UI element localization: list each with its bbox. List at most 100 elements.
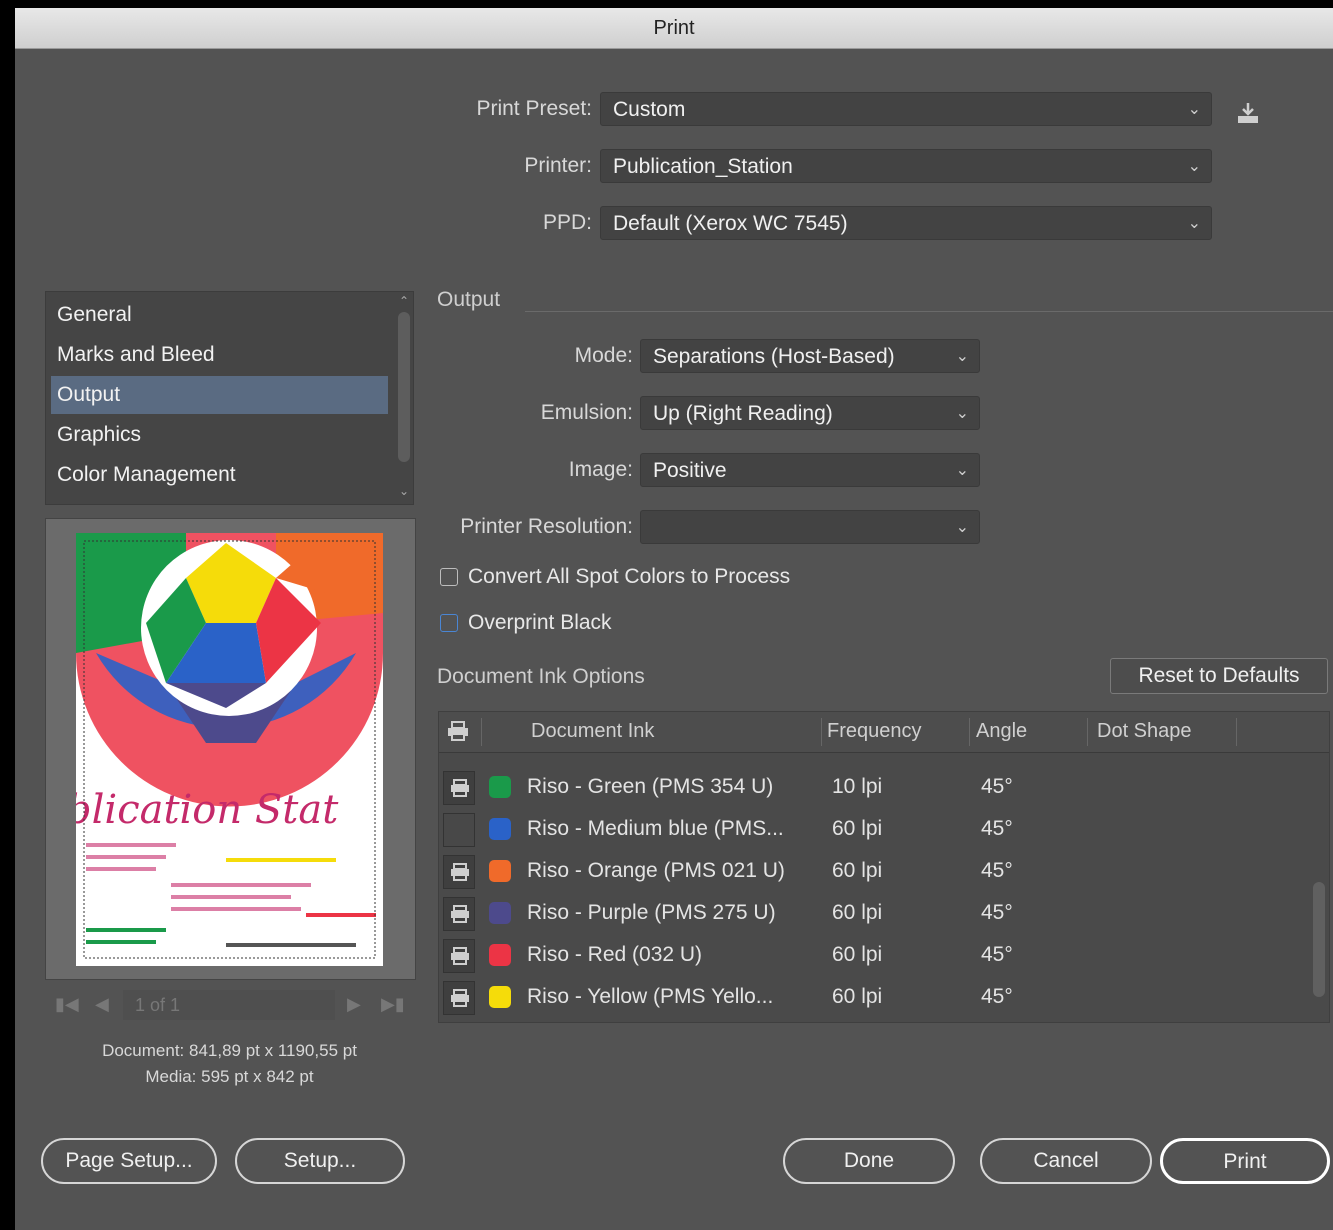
title-bar: Print — [15, 8, 1333, 49]
printer-icon — [448, 721, 468, 741]
overprint-black-checkbox[interactable] — [440, 614, 458, 632]
sidebar-item-marks-and-bleed[interactable]: Marks and Bleed — [51, 336, 388, 374]
col-header-frequency[interactable]: Frequency — [827, 720, 922, 743]
image-label: Image: — [568, 458, 633, 481]
image-select[interactable]: Positive ⌄ — [640, 453, 980, 487]
print-toggle[interactable] — [443, 855, 475, 889]
printer-icon — [451, 947, 469, 965]
document-size: Document: 841,89 pt x 1190,55 pt — [102, 1041, 357, 1060]
printer-select[interactable]: Publication_Station ⌄ — [600, 149, 1212, 183]
print-toggle[interactable] — [443, 981, 475, 1015]
done-button[interactable]: Done — [783, 1138, 955, 1184]
mode-label: Mode: — [574, 344, 633, 367]
poster-title-text: blication Stat — [76, 787, 339, 833]
column-separator — [1236, 718, 1237, 746]
print-button[interactable]: Print — [1160, 1138, 1330, 1184]
ink-row[interactable]: Riso - Medium blue (PMS... 60 lpi 45° — [439, 810, 1309, 852]
ink-row[interactable]: Riso - Orange (PMS 021 U) 60 lpi 45° — [439, 852, 1309, 894]
setup-button[interactable]: Setup... — [235, 1138, 405, 1184]
ink-row[interactable]: Riso - Yellow (PMS Yello... 60 lpi 45° — [439, 978, 1309, 1020]
printer-icon — [451, 905, 469, 923]
print-preset-select[interactable]: Custom ⌄ — [600, 92, 1212, 126]
printer-label: Printer: — [524, 154, 592, 177]
save-preset-icon[interactable] — [1235, 100, 1261, 126]
ink-swatch — [489, 986, 511, 1008]
ppd-label: PPD: — [542, 211, 592, 234]
ink-name: Riso - Medium blue (PMS... — [527, 817, 784, 840]
sidebar-item-graphics[interactable]: Graphics — [51, 416, 388, 454]
ink-angle[interactable]: 45° — [981, 985, 1013, 1009]
page-setup-button[interactable]: Page Setup... — [41, 1138, 217, 1184]
ink-name: Riso - Orange (PMS 021 U) — [527, 859, 785, 882]
ink-frequency[interactable]: 10 lpi — [832, 775, 882, 799]
col-header-angle[interactable]: Angle — [976, 720, 1027, 743]
print-toggle[interactable] — [443, 897, 475, 931]
preview-artwork: blication Stat — [76, 533, 383, 959]
ink-row[interactable]: Riso - Red (032 U) 60 lpi 45° — [439, 936, 1309, 978]
page-field[interactable]: 1 of 1 — [123, 990, 335, 1020]
category-scrollbar[interactable] — [398, 312, 410, 462]
scroll-down-icon[interactable]: ⌄ — [399, 484, 409, 498]
ink-frequency[interactable]: 60 lpi — [832, 901, 882, 925]
ink-angle[interactable]: 45° — [981, 817, 1013, 841]
last-page-icon[interactable]: ▶▮ — [381, 994, 405, 1015]
ppd-select[interactable]: Default (Xerox WC 7545) ⌄ — [600, 206, 1212, 240]
chevron-down-icon: ⌄ — [955, 462, 969, 479]
ink-angle[interactable]: 45° — [981, 901, 1013, 925]
ink-name: Riso - Red (032 U) — [527, 943, 703, 966]
print-toggle[interactable] — [443, 939, 475, 973]
ink-row[interactable]: Riso - Green (PMS 354 U) 10 lpi 45° — [439, 768, 1309, 810]
convert-spot-label[interactable]: Convert All Spot Colors to Process — [468, 565, 790, 589]
scroll-up-icon[interactable]: ⌃ — [399, 294, 409, 308]
ink-swatch — [489, 776, 511, 798]
ink-frequency[interactable]: 60 lpi — [832, 943, 882, 967]
chevron-down-icon: ⌄ — [1187, 215, 1201, 232]
ink-name: Riso - Green (PMS 354 U) — [527, 775, 774, 798]
sidebar-item-output[interactable]: Output — [51, 376, 388, 414]
ink-table: Document Ink Frequency Angle Dot Shape R… — [438, 711, 1330, 1023]
ink-angle[interactable]: 45° — [981, 943, 1013, 967]
printer-icon — [451, 863, 469, 881]
overprint-black-label[interactable]: Overprint Black — [468, 611, 612, 635]
mode-value: Separations (Host-Based) — [653, 345, 895, 368]
print-dialog: Print Print Preset: Custom ⌄ Printer: Pu… — [15, 8, 1333, 1230]
first-page-icon[interactable]: ▮◀ — [55, 994, 79, 1015]
ink-angle[interactable]: 45° — [981, 775, 1013, 799]
ink-swatch — [489, 902, 511, 924]
col-header-dot-shape[interactable]: Dot Shape — [1097, 720, 1192, 743]
print-toggle[interactable] — [443, 813, 475, 847]
ink-swatch — [489, 818, 511, 840]
printer-resolution-label: Printer Resolution: — [460, 515, 633, 538]
ink-table-header: Document Ink Frequency Angle Dot Shape — [439, 712, 1329, 753]
print-preset-value: Custom — [613, 98, 686, 121]
mode-select[interactable]: Separations (Host-Based) ⌄ — [640, 339, 980, 373]
ink-frequency[interactable]: 60 lpi — [832, 985, 882, 1009]
ink-table-scrollbar[interactable] — [1313, 762, 1325, 1012]
sidebar-item-color-management[interactable]: Color Management — [51, 456, 388, 494]
convert-spot-checkbox[interactable] — [440, 568, 458, 586]
chevron-down-icon: ⌄ — [955, 405, 969, 422]
emulsion-label: Emulsion: — [540, 401, 633, 424]
scrollbar-thumb[interactable] — [1313, 882, 1325, 997]
next-page-icon[interactable]: ▶ — [347, 994, 361, 1015]
printer-resolution-select[interactable]: ⌄ — [640, 510, 980, 544]
column-separator — [1087, 718, 1088, 746]
column-separator — [821, 718, 822, 746]
column-separator — [969, 718, 970, 746]
cancel-button[interactable]: Cancel — [980, 1138, 1152, 1184]
image-value: Positive — [653, 459, 727, 482]
col-header-document-ink[interactable]: Document Ink — [531, 720, 654, 743]
emulsion-select[interactable]: Up (Right Reading) ⌄ — [640, 396, 980, 430]
reset-to-defaults-button[interactable]: Reset to Defaults — [1110, 658, 1328, 694]
print-preset-label: Print Preset: — [476, 97, 592, 120]
ink-row[interactable]: Riso - Purple (PMS 275 U) 60 lpi 45° — [439, 894, 1309, 936]
document-info: Document: 841,89 pt x 1190,55 pt Media: … — [45, 1038, 414, 1090]
ink-angle[interactable]: 45° — [981, 859, 1013, 883]
ink-frequency[interactable]: 60 lpi — [832, 817, 882, 841]
prev-page-icon[interactable]: ◀ — [95, 994, 109, 1015]
category-list: General Marks and Bleed Output Graphics … — [45, 291, 414, 505]
ink-frequency[interactable]: 60 lpi — [832, 859, 882, 883]
sidebar-item-general[interactable]: General — [51, 296, 388, 334]
print-toggle[interactable] — [443, 771, 475, 805]
preview-page: blication Stat — [76, 533, 383, 966]
